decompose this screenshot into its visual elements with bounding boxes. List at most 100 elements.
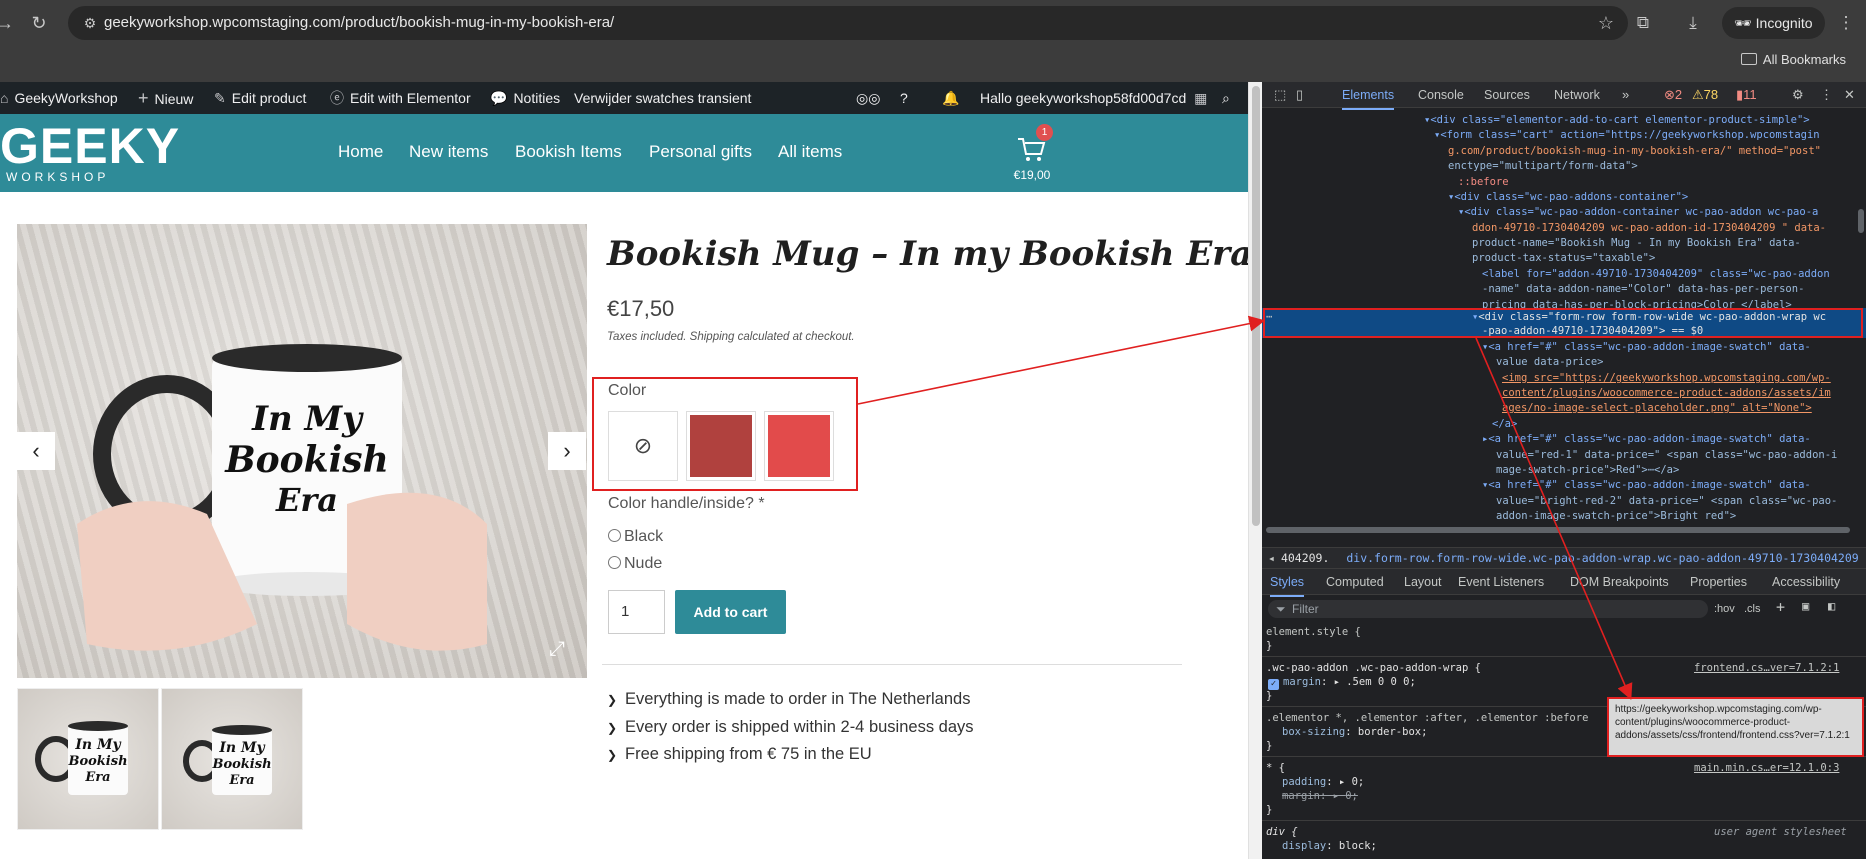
tab-console[interactable]: Console <box>1418 82 1464 108</box>
swatch-none[interactable]: ⊘ <box>608 411 678 481</box>
breadcrumb-previous[interactable]: 404209. <box>1281 551 1329 565</box>
dom-node[interactable]: ▾<div class="elementor-add-to-cart eleme… <box>1424 113 1810 128</box>
dom-scrollbar-thumb[interactable] <box>1858 209 1864 233</box>
dom-node[interactable]: ▾<div class="wc-pao-addon-container wc-p… <box>1458 205 1818 220</box>
add-to-cart-button[interactable]: Add to cart <box>675 590 786 634</box>
incognito-badge[interactable]: 🕶 Incognito <box>1722 7 1825 39</box>
menu-item-new-items[interactable]: New items <box>409 140 488 164</box>
radio-button[interactable] <box>608 529 621 542</box>
extensions-icon[interactable]: ⧉ <box>1630 10 1656 36</box>
admin-search-icon[interactable]: ⌕ <box>1222 82 1230 114</box>
handle-option-black[interactable]: Black <box>608 527 663 547</box>
issues-count[interactable]: ▮11 <box>1736 82 1757 108</box>
admin-account-link[interactable]: Hallo geekyworkshop58fd00d7cd ▦ <box>980 82 1213 114</box>
device-toolbar-icon[interactable]: ▯ <box>1296 82 1303 108</box>
subtab-styles[interactable]: Styles <box>1270 569 1305 597</box>
menu-kebab-icon[interactable]: ⋮ <box>1833 10 1859 36</box>
close-devtools-icon[interactable]: ✕ <box>1844 82 1855 108</box>
menu-item-all-items[interactable]: All items <box>778 140 842 164</box>
rule-3-overridden-declaration[interactable]: margin: ▸ 0; <box>1282 789 1358 803</box>
thumbnail-1[interactable]: In My Bookish Era <box>17 688 159 830</box>
computed-styles-toggle-icon[interactable]: ▣ <box>1802 599 1809 613</box>
rule-3-selector[interactable]: * { <box>1266 761 1285 775</box>
hov-toggle[interactable]: :hov <box>1714 600 1735 618</box>
subtab-dom-breakpoints[interactable]: DOM Breakpoints <box>1570 569 1669 595</box>
mini-cart[interactable]: 1 €19,00 <box>1012 124 1053 188</box>
rule-2-declaration[interactable]: box-sizing: border-box; <box>1282 725 1427 739</box>
dom-node[interactable]: <img src="https://geekyworkshop.wpcomsta… <box>1502 371 1831 386</box>
more-tabs-icon[interactable]: » <box>1622 82 1629 108</box>
admin-new-link[interactable]: + Nieuw <box>138 82 193 115</box>
rule-4-declaration[interactable]: display: block; <box>1282 839 1377 853</box>
subtab-properties[interactable]: Properties <box>1690 569 1747 595</box>
page-scrollbar[interactable] <box>1248 82 1262 859</box>
notification-bell-icon[interactable]: 🔔 <box>942 82 959 114</box>
warning-count[interactable]: ⚠78 <box>1692 82 1718 108</box>
tab-elements[interactable]: Elements <box>1342 82 1395 110</box>
subtab-computed[interactable]: Computed <box>1326 569 1384 595</box>
rule-2-selector[interactable]: .elementor *, .elementor :after, .elemen… <box>1266 711 1588 725</box>
thumbnail-2[interactable]: In My Bookish Era <box>161 688 303 830</box>
swatch-red[interactable] <box>686 411 756 481</box>
dom-node[interactable]: ▾<form class="cart" action="https://geek… <box>1434 128 1820 143</box>
site-logo[interactable]: GEEKY <box>0 120 180 172</box>
rule-4-selector[interactable]: div { <box>1266 825 1298 839</box>
new-rule-icon[interactable]: + <box>1776 598 1785 616</box>
settings-gear-icon[interactable]: ⚙ <box>1792 82 1804 108</box>
admin-notices-link[interactable]: 💬 Notities <box>490 82 560 114</box>
inspect-element-icon[interactable]: ⬚ <box>1274 82 1286 108</box>
menu-item-home[interactable]: Home <box>338 140 383 164</box>
dom-node[interactable]: ▾<div class="wc-pao-addons-container"> <box>1448 190 1688 205</box>
site-info-icon[interactable]: ⚙ <box>80 13 100 33</box>
subtab-event-listeners[interactable]: Event Listeners <box>1458 569 1544 595</box>
quantity-input[interactable]: 1 <box>608 590 665 634</box>
product-main-image[interactable]: In My Bookish Era ⤢ <box>17 224 587 678</box>
cls-toggle[interactable]: .cls <box>1744 600 1761 618</box>
handle-option-nude[interactable]: Nude <box>608 554 662 574</box>
more-options-icon[interactable]: ⋮ <box>1820 82 1833 108</box>
error-count[interactable]: ⊗2 <box>1664 82 1682 108</box>
zoom-icon[interactable]: ⤢ <box>549 638 565 661</box>
styles-filter-input[interactable]: ⏷ Filter <box>1268 600 1708 618</box>
tab-network[interactable]: Network <box>1554 82 1600 108</box>
all-bookmarks[interactable]: All Bookmarks <box>1740 50 1846 70</box>
next-image-icon[interactable]: › <box>548 432 586 470</box>
dom-node[interactable]: <label for="addon-49710-1730404209" clas… <box>1482 267 1830 282</box>
dom-horizontal-scrollbar[interactable] <box>1266 527 1850 533</box>
reload-icon[interactable]: ↻ <box>28 12 50 34</box>
rule-1-source-link[interactable]: frontend.cs…ver=7.1.2:1 <box>1694 661 1839 675</box>
tab-sources[interactable]: Sources <box>1484 82 1530 108</box>
bookmark-star-icon[interactable]: ☆ <box>1598 12 1614 34</box>
rule-3-declaration[interactable]: padding: ▸ 0; <box>1282 775 1364 789</box>
sidebar-toggle-icon[interactable]: ◧ <box>1828 599 1835 613</box>
dom-pseudo-before[interactable]: ::before <box>1458 175 1509 190</box>
breadcrumb-selected[interactable]: div.form-row.form-row-wide.wc-pao-addon-… <box>1346 551 1858 565</box>
admin-edit-elementor-link[interactable]: ⓔ Edit with Elementor <box>330 82 471 114</box>
prev-image-icon[interactable]: ‹ <box>17 432 55 470</box>
admin-edit-product-link[interactable]: ✎ Edit product <box>214 82 306 114</box>
subtab-accessibility[interactable]: Accessibility <box>1772 569 1840 595</box>
dom-node[interactable]: ▾<a href="#" class="wc-pao-addon-image-s… <box>1482 340 1811 355</box>
breadcrumb-prev-icon[interactable]: ◂ <box>1262 551 1281 565</box>
subtab-layout[interactable]: Layout <box>1404 569 1442 595</box>
dom-node[interactable]: ▾<a href="#" class="wc-pao-addon-image-s… <box>1482 478 1811 493</box>
help-icon[interactable]: ? <box>900 82 908 114</box>
forward-icon[interactable]: → <box>0 12 16 34</box>
rule-1-selector[interactable]: .wc-pao-addon .wc-pao-addon-wrap { <box>1266 661 1481 675</box>
menu-item-bookish-items[interactable]: Bookish Items <box>515 140 622 164</box>
svg-text:Era: Era <box>228 773 254 788</box>
swatch-bright-red[interactable] <box>764 411 834 481</box>
rule-1-declaration[interactable]: ✓ margin: ▸ .5em 0 0 0; <box>1268 675 1416 690</box>
svg-text:Era: Era <box>84 770 110 785</box>
dom-node[interactable]: ▸<a href="#" class="wc-pao-addon-image-s… <box>1482 432 1811 447</box>
admin-remove-swatches-link[interactable]: Verwijder swatches transient <box>574 82 751 114</box>
address-bar[interactable]: ⚙ geekyworkshop.wpcomstaging.com/product… <box>68 6 1628 40</box>
page-scrollbar-thumb[interactable] <box>1252 86 1260 526</box>
radio-button[interactable] <box>608 556 621 569</box>
rule-3-source-link[interactable]: main.min.cs…er=12.1.0:3 <box>1694 761 1839 775</box>
element-style-selector[interactable]: element.style { <box>1266 625 1361 639</box>
download-icon[interactable]: ⤓ <box>1680 10 1706 36</box>
admin-site-link[interactable]: ⌂ GeekyWorkshop <box>0 82 118 114</box>
menu-item-personal-gifts[interactable]: Personal gifts <box>649 140 752 164</box>
glasses-icon[interactable]: ◎◎ <box>856 82 880 114</box>
